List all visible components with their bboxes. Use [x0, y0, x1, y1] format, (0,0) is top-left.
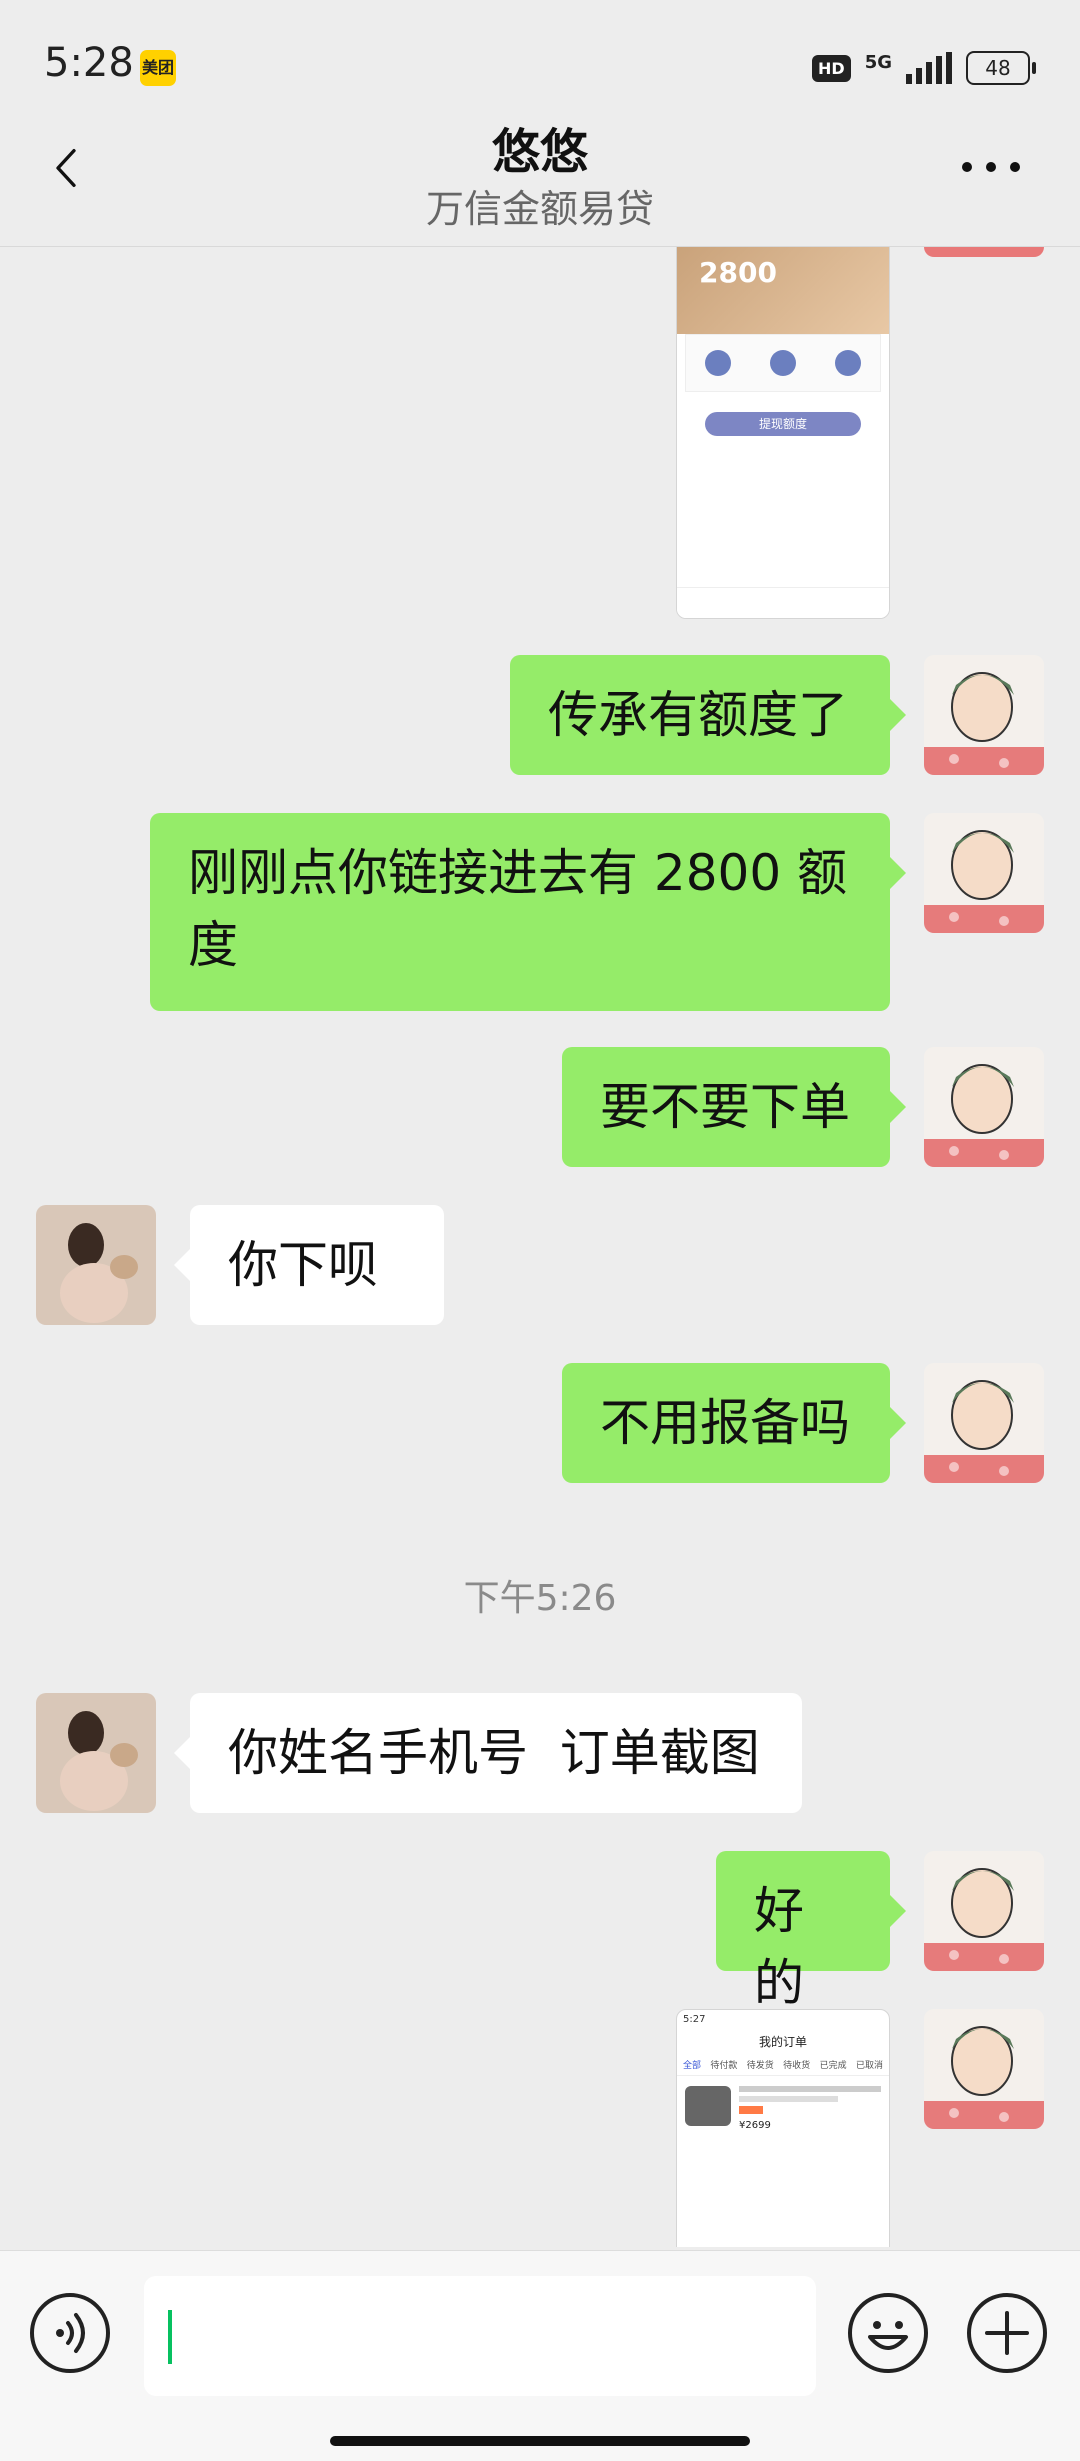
message-bubble[interactable]: 刚刚点你链接进去有 2800 额度 — [150, 813, 906, 1011]
my-avatar[interactable] — [924, 2009, 1044, 2129]
emoji-icon — [868, 2321, 908, 2350]
emoji-button[interactable] — [848, 2293, 928, 2373]
my-avatar[interactable] — [924, 1363, 1044, 1483]
network-type: 5G — [864, 51, 892, 73]
contact-avatar[interactable] — [36, 1693, 156, 1813]
my-avatar[interactable] — [924, 1047, 1044, 1167]
timestamp: 下午5:26 — [463, 1578, 617, 1619]
message-list[interactable]: 2800 提现额度 传承有额度了 刚刚点你链接进去有 2800 额度 要不要下单 — [0, 247, 1080, 2247]
my-avatar[interactable] — [924, 655, 1044, 775]
message-bubble[interactable]: 不用报备吗 — [562, 1363, 906, 1483]
voice-icon — [56, 2313, 85, 2353]
battery-icon: 48 — [966, 51, 1036, 85]
status-time: 5:28 — [44, 40, 134, 86]
message-input[interactable] — [144, 2276, 816, 2396]
screenshot-tab: 待发货 — [746, 2061, 774, 2071]
my-avatar[interactable] — [924, 813, 1044, 933]
message-bubble[interactable]: 你姓名手机号 订单截图 — [174, 1693, 802, 1813]
screenshot-tab: 待收货 — [783, 2061, 811, 2071]
message-bubble[interactable]: 你下呗 — [174, 1205, 444, 1325]
screenshot-message[interactable]: 2800 提现额度 — [676, 247, 890, 619]
text-caret — [168, 2310, 172, 2364]
signal-icon — [906, 52, 952, 84]
plus-icon — [985, 2311, 1029, 2355]
voice-input-button[interactable] — [30, 2293, 110, 2373]
screenshot-amount: 2800 — [699, 256, 777, 289]
hd-icon: HD — [812, 54, 851, 82]
screenshot-tab: 待付款 — [710, 2061, 738, 2071]
screenshot-tab: 已取消 — [855, 2061, 883, 2071]
screenshot-price: ¥2699 — [739, 2120, 771, 2131]
message-bubble[interactable]: 传承有额度了 — [510, 655, 906, 775]
screenshot-button: 提现额度 — [705, 412, 861, 436]
screenshot-message[interactable]: 5:27 我的订单 全部 待付款 待发货 待收货 已完成 已取消 ¥2699 — [676, 2009, 890, 2247]
message-bubble[interactable]: 要不要下单 — [562, 1047, 906, 1167]
more-actions-button[interactable] — [967, 2293, 1047, 2373]
screenshot-tab: 已完成 — [819, 2061, 847, 2071]
message-bubble[interactable]: 好的 — [716, 1851, 906, 2012]
my-avatar[interactable] — [924, 247, 1044, 257]
home-indicator[interactable] — [330, 2436, 750, 2446]
screenshot-time: 5:27 — [683, 2014, 706, 2025]
screenshot-title: 我的订单 — [758, 2035, 807, 2049]
screenshot-tab: 全部 — [683, 2061, 702, 2071]
input-bar — [0, 2250, 1080, 2461]
contact-avatar[interactable] — [36, 1205, 156, 1325]
more-options-icon[interactable] — [962, 162, 1020, 172]
my-avatar[interactable] — [924, 1851, 1044, 1971]
chat-title: 悠悠 — [491, 124, 588, 180]
chat-header: 悠悠 万信金额易贷 — [0, 100, 1080, 247]
meituan-app-icon: 美团 — [140, 50, 176, 86]
chat-subtitle: 万信金额易贷 — [425, 187, 654, 231]
